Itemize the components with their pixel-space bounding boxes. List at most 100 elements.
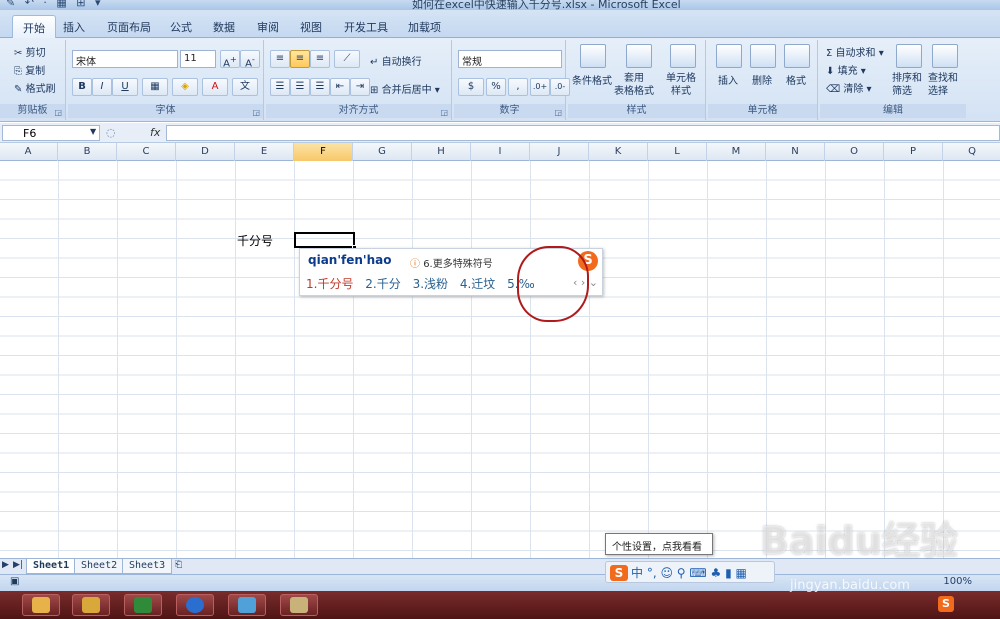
column-header-c[interactable]: C: [117, 143, 176, 161]
tray-sogou-icon[interactable]: S: [938, 596, 954, 612]
fill-color-icon[interactable]: ◈: [172, 78, 198, 96]
insert-cells-icon[interactable]: [716, 44, 742, 68]
sheet-tab-1[interactable]: Sheet1: [26, 559, 77, 574]
clipboard-launcher-icon[interactable]: ◲: [54, 108, 62, 117]
insert-function-button[interactable]: fx: [150, 126, 160, 139]
tab-developer[interactable]: 开发工具: [334, 15, 398, 38]
cell-e6[interactable]: 千分号: [237, 232, 273, 249]
taskbar-folder[interactable]: [22, 594, 60, 616]
decrease-decimal-icon[interactable]: .0-: [550, 78, 570, 96]
currency-icon[interactable]: $: [458, 78, 484, 96]
number-format-select[interactable]: 常规: [458, 50, 562, 68]
percent-button[interactable]: %: [486, 78, 506, 96]
quick-access-toolbar[interactable]: ✎ ↶ · ▦ ⊞ ▾: [6, 0, 104, 9]
tab-view[interactable]: 视图: [290, 15, 332, 38]
conditional-format-label[interactable]: 条件格式: [572, 72, 612, 87]
phonetic-icon[interactable]: 文: [232, 78, 258, 96]
column-header-a[interactable]: A: [0, 143, 58, 161]
align-bottom-icon[interactable]: ≡: [310, 50, 330, 68]
font-name-select[interactable]: 宋体: [72, 50, 178, 68]
table-format-icon[interactable]: [626, 44, 652, 68]
font-size-select[interactable]: 11: [180, 50, 216, 68]
insert-cells-label[interactable]: 插入: [718, 72, 738, 87]
column-header-j[interactable]: J: [530, 143, 589, 161]
name-box[interactable]: F6: [2, 125, 100, 141]
copy-button[interactable]: ⎘ 复制: [14, 62, 45, 77]
align-center-icon[interactable]: ☰: [290, 78, 310, 96]
sheet-tab-2[interactable]: Sheet2: [74, 559, 125, 574]
format-cells-icon[interactable]: [784, 44, 810, 68]
increase-indent-icon[interactable]: ⇥: [350, 78, 370, 96]
ime-candidate-3[interactable]: 3.浅粉: [413, 277, 448, 291]
tab-review[interactable]: 审阅: [247, 15, 289, 38]
comma-button[interactable]: ,: [508, 78, 528, 96]
column-header-b[interactable]: B: [58, 143, 117, 161]
cell-style-label[interactable]: 单元格 样式: [666, 72, 696, 98]
taskbar-explorer[interactable]: [72, 594, 110, 616]
ime-candidate-2[interactable]: 2.千分: [365, 277, 400, 291]
column-header-l[interactable]: L: [648, 143, 707, 161]
tab-data[interactable]: 数据: [203, 15, 245, 38]
column-header-q[interactable]: Q: [943, 143, 1000, 161]
tab-home[interactable]: 开始: [12, 15, 56, 38]
align-middle-icon[interactable]: ≡: [290, 50, 310, 68]
column-header-i[interactable]: I: [471, 143, 530, 161]
clear-button[interactable]: ⌫ 清除 ▾: [826, 80, 872, 95]
align-right-icon[interactable]: ☰: [310, 78, 330, 96]
autosum-button[interactable]: Σ 自动求和 ▾: [826, 44, 884, 59]
merge-center-button[interactable]: ⊞ 合并后居中 ▾: [370, 81, 440, 96]
insert-sheet-icon[interactable]: ⎗: [175, 560, 182, 570]
alignment-launcher-icon[interactable]: ◲: [440, 108, 448, 117]
bold-button[interactable]: B: [72, 78, 92, 96]
column-header-o[interactable]: O: [825, 143, 884, 161]
increase-decimal-icon[interactable]: .0+: [530, 78, 550, 96]
column-header-h[interactable]: H: [412, 143, 471, 161]
worksheet-grid[interactable]: [0, 161, 1000, 558]
align-top-icon[interactable]: ≡: [270, 50, 290, 68]
fill-button[interactable]: ⬇ 填充 ▾: [826, 62, 866, 77]
expand-icon[interactable]: ◌: [106, 126, 116, 139]
delete-cells-label[interactable]: 删除: [752, 72, 772, 87]
column-header-e[interactable]: E: [235, 143, 294, 161]
sort-filter-icon[interactable]: [896, 44, 922, 68]
tab-formulas[interactable]: 公式: [160, 15, 202, 38]
tab-page-layout[interactable]: 页面布局: [97, 15, 161, 38]
borders-icon[interactable]: ▦: [142, 78, 168, 96]
column-header-f[interactable]: F: [294, 143, 353, 161]
sort-filter-label[interactable]: 排序和 筛选: [892, 72, 922, 98]
align-left-icon[interactable]: ☰: [270, 78, 290, 96]
column-header-p[interactable]: P: [884, 143, 943, 161]
binoculars-icon[interactable]: [932, 44, 958, 68]
taskbar-app[interactable]: [228, 594, 266, 616]
zoom-level[interactable]: 100%: [943, 576, 972, 587]
find-select-label[interactable]: 查找和 选择: [928, 72, 958, 98]
font-color-icon[interactable]: A: [202, 78, 228, 96]
column-header-d[interactable]: D: [176, 143, 235, 161]
taskbar-sogou[interactable]: [176, 594, 214, 616]
active-cell-f6[interactable]: [294, 232, 357, 250]
cut-button[interactable]: ✂ 剪切: [14, 44, 46, 59]
sheet-nav-first-icon[interactable]: ▶: [2, 560, 9, 570]
underline-button[interactable]: U: [112, 78, 138, 96]
delete-cells-icon[interactable]: [750, 44, 776, 68]
number-launcher-icon[interactable]: ◲: [554, 108, 562, 117]
column-header-g[interactable]: G: [353, 143, 412, 161]
ime-candidate-4[interactable]: 4.迁坟: [460, 277, 495, 291]
tab-insert[interactable]: 插入: [53, 15, 95, 38]
tab-addins[interactable]: 加载项: [398, 15, 451, 38]
taskbar-paint[interactable]: [280, 594, 318, 616]
table-format-label[interactable]: 套用 表格格式: [614, 72, 654, 98]
format-painter-button[interactable]: ✎ 格式刷: [14, 80, 56, 95]
column-header-k[interactable]: K: [589, 143, 648, 161]
decrease-indent-icon[interactable]: ⇤: [330, 78, 350, 96]
orientation-icon[interactable]: ⟋: [334, 50, 360, 68]
ime-candidate-1[interactable]: 1.千分号: [306, 277, 353, 291]
sheet-nav-last-icon[interactable]: ▶|: [13, 560, 23, 570]
conditional-format-icon[interactable]: [580, 44, 606, 68]
cell-style-icon[interactable]: [670, 44, 696, 68]
ime-toolbar[interactable]: S中 °, ☺ ⚲ ⌨ ♣ ▮ ▦: [605, 561, 775, 583]
macro-record-icon[interactable]: ▣: [10, 576, 19, 587]
column-header-m[interactable]: M: [707, 143, 766, 161]
name-box-dropdown-icon[interactable]: ▼: [90, 127, 96, 136]
format-cells-label[interactable]: 格式: [786, 72, 806, 87]
